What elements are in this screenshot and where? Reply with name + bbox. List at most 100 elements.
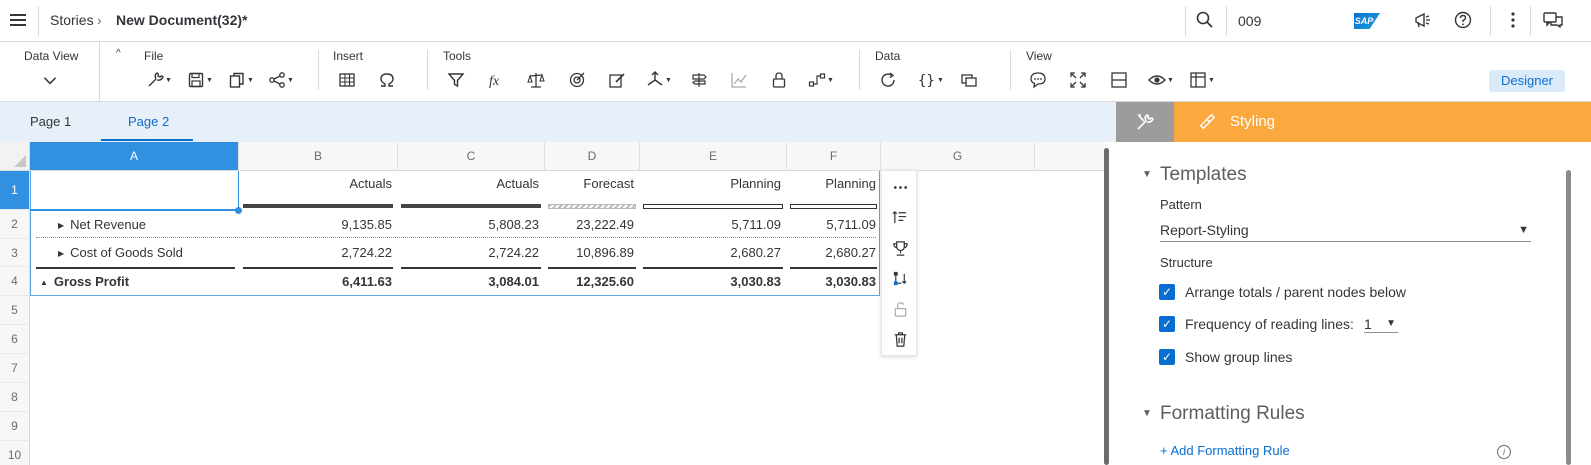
save-icon[interactable]: ▼ xyxy=(185,70,215,90)
share-icon[interactable]: ▼ xyxy=(266,70,296,90)
row-header-5[interactable]: 5 xyxy=(0,296,30,325)
row-label-cogs[interactable]: ▶ Cost of Goods Sold xyxy=(58,245,183,260)
cell-value[interactable]: 3,084.01 xyxy=(398,274,539,289)
symbol-icon[interactable] xyxy=(375,70,399,90)
chevron-down-icon[interactable] xyxy=(38,70,62,90)
target-icon[interactable] xyxy=(565,70,589,90)
styling-tab[interactable]: Styling xyxy=(1174,102,1591,142)
designer-button[interactable]: Designer xyxy=(1489,70,1565,92)
cell-value[interactable]: 2,724.22 xyxy=(239,245,392,260)
cell-value[interactable]: 5,808.23 xyxy=(398,217,539,232)
cell-value[interactable]: 9,135.85 xyxy=(239,217,392,232)
announcement-icon[interactable] xyxy=(1413,10,1435,32)
lock-icon[interactable] xyxy=(767,70,791,90)
fullscreen-icon[interactable] xyxy=(1066,70,1090,90)
row-header-10[interactable]: 10 xyxy=(0,441,30,465)
row-header-9[interactable]: 9 xyxy=(0,412,30,441)
chat-icon[interactable] xyxy=(1542,10,1564,32)
cell-value[interactable]: 6,411.63 xyxy=(239,274,392,289)
reading-lines-label[interactable]: Frequency of reading lines: xyxy=(1185,316,1354,332)
breadcrumb-stories[interactable]: Stories xyxy=(50,12,94,28)
pattern-select[interactable]: Report-Styling ▼ xyxy=(1160,220,1531,242)
column-header-g[interactable]: G xyxy=(881,142,1035,171)
column-header-f[interactable]: F xyxy=(787,142,881,171)
copy-icon[interactable]: ▼ xyxy=(226,70,256,90)
cell-value[interactable]: 5,711.09 xyxy=(787,217,876,232)
help-icon[interactable] xyxy=(1453,10,1475,32)
search-input[interactable]: 009 xyxy=(1238,13,1261,29)
cell-value[interactable]: 23,222.49 xyxy=(545,217,634,232)
hierarchy-icon[interactable] xyxy=(890,268,910,288)
row-label-gross-profit[interactable]: ▲ Gross Profit xyxy=(40,274,129,289)
refresh-icon[interactable] xyxy=(876,70,900,90)
row-header-1[interactable]: 1 xyxy=(0,171,30,210)
compare-icon[interactable] xyxy=(524,70,548,90)
cell-value[interactable]: 2,680.27 xyxy=(787,245,876,260)
collapse-formatting-icon[interactable]: ▼ xyxy=(1142,408,1152,419)
cell-value[interactable]: 2,680.27 xyxy=(640,245,781,260)
column-header-c[interactable]: C xyxy=(398,142,545,171)
expand-icon[interactable]: ▶ xyxy=(58,221,64,230)
panel-scrollbar[interactable] xyxy=(1566,170,1571,465)
add-formatting-rule-link[interactable]: + Add Formatting Rule xyxy=(1160,443,1290,458)
row-header-3[interactable]: 3 xyxy=(0,239,30,267)
vertical-scrollbar[interactable] xyxy=(1104,148,1109,465)
tab-page-1[interactable]: Page 1 xyxy=(30,114,71,129)
spreadsheet-grid[interactable]: A B C D E F G H 1 2 3 4 5 6 7 8 9 10 Act… xyxy=(0,142,1106,465)
group-lines-checkbox[interactable]: ✓ xyxy=(1159,349,1175,365)
row-header-7[interactable]: 7 xyxy=(0,354,30,383)
menu-icon[interactable] xyxy=(10,12,26,28)
cell-value[interactable]: 3,030.83 xyxy=(787,274,876,289)
collapse-templates-icon[interactable]: ▼ xyxy=(1142,169,1152,180)
info-icon[interactable]: i xyxy=(1497,445,1511,459)
arrange-totals-checkbox[interactable]: ✓ xyxy=(1159,284,1175,300)
cell-value[interactable]: 10,896.89 xyxy=(545,245,634,260)
grid-view-icon[interactable]: ▼ xyxy=(1187,70,1217,90)
row-label-net-revenue[interactable]: ▶ Net Revenue xyxy=(58,217,146,232)
row-header-4[interactable]: 4 xyxy=(0,267,30,296)
more-icon[interactable] xyxy=(1503,10,1525,32)
cell-value[interactable]: 5,711.09 xyxy=(640,217,781,232)
formatting-rules-title[interactable]: Formatting Rules xyxy=(1160,403,1305,425)
flow-icon[interactable]: ▼ xyxy=(806,70,836,90)
distribute-icon[interactable]: ▼ xyxy=(644,70,674,90)
arrange-totals-label[interactable]: Arrange totals / parent nodes below xyxy=(1185,284,1406,300)
reading-lines-checkbox[interactable]: ✓ xyxy=(1159,316,1175,332)
collapse-icon[interactable]: ^ xyxy=(116,48,121,59)
signpost-icon[interactable] xyxy=(687,70,711,90)
reading-lines-frequency-select[interactable]: 1 ▼ xyxy=(1364,315,1398,333)
unlock-icon[interactable] xyxy=(890,299,910,319)
trend-icon[interactable] xyxy=(727,70,751,90)
column-header-d[interactable]: D xyxy=(545,142,640,171)
expand-icon[interactable]: ▶ xyxy=(58,249,64,258)
more-icon[interactable] xyxy=(890,177,910,197)
column-header-e[interactable]: E xyxy=(640,142,787,171)
eye-icon[interactable]: ▼ xyxy=(1146,70,1176,90)
filter-icon[interactable] xyxy=(444,70,468,90)
linked-analysis-icon[interactable] xyxy=(957,70,981,90)
row-header-6[interactable]: 6 xyxy=(0,325,30,354)
collapse-row-icon[interactable]: ▲ xyxy=(40,278,48,287)
selection-handle[interactable] xyxy=(235,207,242,214)
cell-value[interactable]: 3,030.83 xyxy=(640,274,781,289)
trophy-icon[interactable] xyxy=(890,238,910,258)
sort-icon[interactable] xyxy=(890,207,910,227)
tab-page-2[interactable]: Page 2 xyxy=(128,114,169,129)
row-header-2[interactable]: 2 xyxy=(0,210,30,239)
variables-icon[interactable]: {} ▼ xyxy=(916,70,946,90)
group-lines-label[interactable]: Show group lines xyxy=(1185,349,1292,365)
layout-icon[interactable] xyxy=(1107,70,1131,90)
row-header-8[interactable]: 8 xyxy=(0,383,30,412)
edit-icon[interactable] xyxy=(605,70,629,90)
cell-value[interactable]: 12,325.60 xyxy=(545,274,634,289)
templates-section-title[interactable]: Templates xyxy=(1160,164,1247,186)
builder-tab[interactable] xyxy=(1116,102,1174,142)
column-header-a[interactable]: A xyxy=(30,142,239,171)
formula-icon[interactable]: fx xyxy=(485,70,509,90)
column-header-b[interactable]: B xyxy=(239,142,398,171)
select-all-corner[interactable] xyxy=(0,142,30,171)
cell-value[interactable]: 2,724.22 xyxy=(398,245,539,260)
table-icon[interactable] xyxy=(335,70,359,90)
column-header-h[interactable]: H xyxy=(1035,142,1106,171)
comment-icon[interactable] xyxy=(1026,70,1050,90)
